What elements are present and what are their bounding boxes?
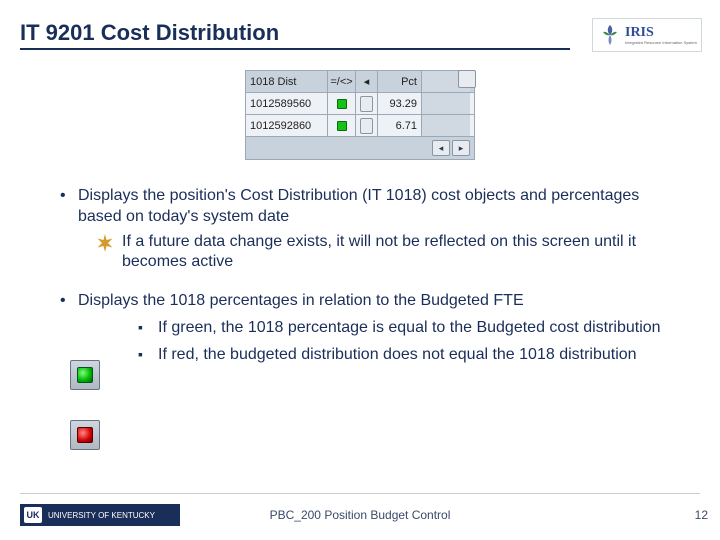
bullet-1: Displays the position's Cost Distributio… (60, 186, 680, 273)
sub-bullet-red-text: If red, the budgeted distribution does n… (158, 346, 637, 363)
bullet-2: Displays the 1018 percentages in relatio… (60, 291, 680, 365)
status-green-icon (337, 99, 347, 109)
cost-distribution-table: 1018 Dist =/<> ◂ Pct 1012589560 93.29 10… (245, 70, 475, 160)
green-led-icon (77, 367, 93, 383)
footer-divider (20, 493, 700, 494)
table-row[interactable]: 1012592860 6.71 (246, 115, 474, 137)
cell-spacer (422, 93, 470, 114)
bullet-1-note: If a future data change exists, it will … (96, 232, 680, 274)
footer-title: PBC_200 Position Budget Control (270, 508, 451, 522)
iris-logo: IRIS Integrated Resource Information Sys… (592, 18, 702, 52)
slide-header: IT 9201 Cost Distribution IRIS Integrate… (0, 0, 720, 50)
sub-bullet-green-text: If green, the 1018 percentage is equal t… (158, 319, 661, 336)
iris-logo-text: IRIS (625, 25, 697, 41)
red-led-icon (77, 427, 93, 443)
cell-pct: 6.71 (378, 115, 422, 136)
sub-bullet-green: If green, the 1018 percentage is equal t… (138, 318, 680, 339)
cell-status (328, 93, 356, 114)
iris-flower-icon (597, 22, 623, 48)
page-title: IT 9201 Cost Distribution (20, 20, 570, 50)
star-icon (96, 234, 114, 252)
cell-expand[interactable] (356, 93, 378, 114)
cell-pct: 93.29 (378, 93, 422, 114)
title-underline (20, 48, 300, 50)
table-footer: ◂ ▸ (246, 137, 474, 159)
red-indicator-example (70, 420, 100, 450)
green-indicator-example (70, 360, 100, 390)
page-number: 12 (695, 508, 708, 522)
scroll-right-button[interactable]: ▸ (452, 140, 470, 156)
cell-dist-id: 1012589560 (246, 93, 328, 114)
university-logo: UK UNIVERSITY OF KENTUCKY (20, 504, 180, 526)
iris-logo-subtitle: Integrated Resource Information System (625, 41, 697, 45)
scroll-left-button[interactable]: ◂ (432, 140, 450, 156)
col-header-expand-icon[interactable]: ◂ (356, 71, 378, 92)
table-config-button[interactable] (458, 70, 476, 88)
university-name: UNIVERSITY OF KENTUCKY (48, 511, 155, 520)
bullet-2-text: Displays the 1018 percentages in relatio… (78, 292, 524, 309)
bullet-1-text: Displays the position's Cost Distributio… (78, 187, 639, 225)
col-header-pct: Pct (378, 71, 422, 92)
status-green-icon (337, 121, 347, 131)
sub-bullet-red: If red, the budgeted distribution does n… (138, 345, 680, 366)
col-header-compare: =/<> (328, 71, 356, 92)
slide-footer: UK UNIVERSITY OF KENTUCKY PBC_200 Positi… (0, 504, 720, 526)
cell-expand[interactable] (356, 115, 378, 136)
col-header-dist: 1018 Dist (246, 71, 328, 92)
slide-content: Displays the position's Cost Distributio… (0, 160, 720, 366)
uk-badge-icon: UK (24, 507, 42, 523)
cell-spacer (422, 115, 470, 136)
table-row[interactable]: 1012589560 93.29 (246, 93, 474, 115)
cell-status (328, 115, 356, 136)
cell-dist-id: 1012592860 (246, 115, 328, 136)
table-header-row: 1018 Dist =/<> ◂ Pct (246, 71, 474, 93)
bullet-1-note-text: If a future data change exists, it will … (122, 233, 636, 271)
